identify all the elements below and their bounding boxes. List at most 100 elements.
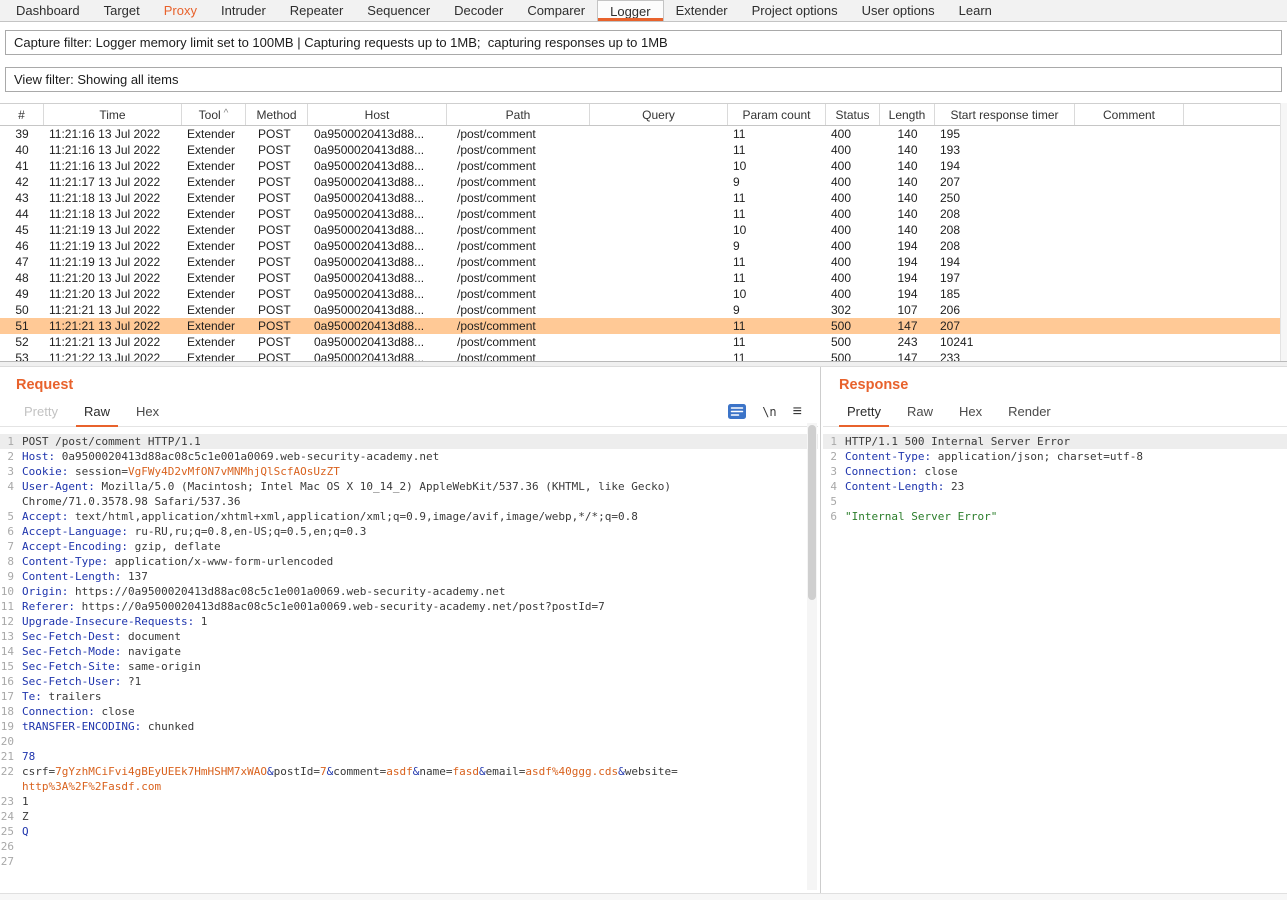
table-body: 3911:21:16 13 Jul 2022ExtenderPOST0a9500…	[0, 126, 1287, 361]
request-scrollbar[interactable]	[807, 423, 817, 890]
column-header-num[interactable]: #	[0, 104, 44, 125]
column-header-label: Time	[99, 108, 125, 122]
line-number: 3	[0, 464, 22, 479]
text-segment: chunked	[141, 720, 194, 733]
menu-tab-extender[interactable]: Extender	[664, 0, 740, 21]
menu-tab-sequencer[interactable]: Sequencer	[355, 0, 442, 21]
cell-length: 140	[880, 175, 935, 189]
view-filter-bar[interactable]: View filter: Showing all items	[5, 67, 1282, 92]
capture-filter-bar[interactable]: Capture filter: Logger memory limit set …	[5, 30, 1282, 55]
request-tab-pretty[interactable]: Pretty	[14, 397, 68, 426]
menu-tab-project-options[interactable]: Project options	[740, 0, 850, 21]
line-content: Sec-Fetch-Site: same-origin	[22, 659, 679, 674]
cell-num: 50	[0, 303, 44, 317]
menu-tab-target[interactable]: Target	[92, 0, 152, 21]
request-tab-raw[interactable]: Raw	[74, 397, 120, 426]
request-tab-hex[interactable]: Hex	[126, 397, 169, 426]
log-row-41[interactable]: 4111:21:16 13 Jul 2022ExtenderPOST0a9500…	[0, 158, 1287, 174]
text-segment: gzip, deflate	[128, 540, 221, 553]
request-scrollbar-thumb[interactable]	[808, 425, 816, 600]
log-row-43[interactable]: 4311:21:18 13 Jul 2022ExtenderPOST0a9500…	[0, 190, 1287, 206]
menu-tab-learn[interactable]: Learn	[947, 0, 1004, 21]
cell-path: /post/comment	[447, 159, 590, 173]
cell-num: 42	[0, 175, 44, 189]
bottom-horizontal-scrollbar[interactable]	[0, 893, 1287, 900]
log-row-47[interactable]: 4711:21:19 13 Jul 2022ExtenderPOST0a9500…	[0, 254, 1287, 270]
line-number: 17	[0, 689, 22, 704]
text-segment: Upgrade-Insecure-Requests:	[22, 615, 194, 628]
column-header-label: Method	[256, 108, 296, 122]
column-header-time[interactable]: Time	[44, 104, 182, 125]
menu-tab-proxy[interactable]: Proxy	[152, 0, 209, 21]
cell-tool: Extender	[182, 159, 246, 173]
line-content: Referer: https://0a9500020413d88ac08c5c1…	[22, 599, 679, 614]
cell-method: POST	[246, 319, 308, 333]
log-row-49[interactable]: 4911:21:20 13 Jul 2022ExtenderPOST0a9500…	[0, 286, 1287, 302]
menu-tab-repeater[interactable]: Repeater	[278, 0, 355, 21]
cell-length: 140	[880, 143, 935, 157]
line-number: 25	[0, 824, 22, 839]
table-vertical-scrollbar[interactable]	[1280, 103, 1287, 361]
menu-tab-comparer[interactable]: Comparer	[515, 0, 597, 21]
log-row-48[interactable]: 4811:21:20 13 Jul 2022ExtenderPOST0a9500…	[0, 270, 1287, 286]
log-row-44[interactable]: 4411:21:18 13 Jul 2022ExtenderPOST0a9500…	[0, 206, 1287, 222]
cell-status: 400	[826, 271, 880, 285]
request-line: 8Content-Type: application/x-www-form-ur…	[0, 554, 818, 569]
cell-num: 40	[0, 143, 44, 157]
response-editor[interactable]: 1HTTP/1.1 500 Internal Server Error2Cont…	[823, 427, 1287, 524]
wrap-lines-icon[interactable]	[728, 404, 746, 419]
request-line: 19tRANSFER-ENCODING: chunked	[0, 719, 818, 734]
response-tab-pretty[interactable]: Pretty	[837, 397, 891, 426]
line-number: 26	[0, 839, 22, 854]
response-tab-render[interactable]: Render	[998, 397, 1061, 426]
menu-tab-intruder[interactable]: Intruder	[209, 0, 278, 21]
log-row-46[interactable]: 4611:21:19 13 Jul 2022ExtenderPOST0a9500…	[0, 238, 1287, 254]
cell-param-count: 11	[728, 335, 826, 349]
text-segment: https://0a9500020413d88ac08c5c1e001a0069…	[68, 585, 505, 598]
log-row-53[interactable]: 5311:21:22 13 Jul 2022ExtenderPOST0a9500…	[0, 350, 1287, 361]
cell-time: 11:21:16 13 Jul 2022	[44, 143, 182, 157]
log-row-40[interactable]: 4011:21:16 13 Jul 2022ExtenderPOST0a9500…	[0, 142, 1287, 158]
cell-length: 194	[880, 271, 935, 285]
request-line: 22csrf=7gYzhMCiFvi4gBEyUEEk7HmHSHM7xWAO&…	[0, 764, 818, 794]
cell-start-response-timer: 208	[935, 207, 1075, 221]
text-segment: postId=	[274, 765, 320, 778]
capture-filter-text: Capture filter: Logger memory limit set …	[14, 35, 668, 50]
column-header-method[interactable]: Method	[246, 104, 308, 125]
log-row-51[interactable]: 5111:21:21 13 Jul 2022ExtenderPOST0a9500…	[0, 318, 1287, 334]
text-segment: &	[618, 765, 625, 778]
menu-tab-decoder[interactable]: Decoder	[442, 0, 515, 21]
column-header-status[interactable]: Status	[826, 104, 880, 125]
column-header-tool[interactable]: Tool^	[182, 104, 246, 125]
editor-menu-icon[interactable]: ≡	[793, 403, 802, 421]
menu-tab-dashboard[interactable]: Dashboard	[4, 0, 92, 21]
cell-method: POST	[246, 207, 308, 221]
column-header-comment[interactable]: Comment	[1075, 104, 1184, 125]
log-row-45[interactable]: 4511:21:19 13 Jul 2022ExtenderPOST0a9500…	[0, 222, 1287, 238]
log-row-42[interactable]: 4211:21:17 13 Jul 2022ExtenderPOST0a9500…	[0, 174, 1287, 190]
request-line: 10Origin: https://0a9500020413d88ac08c5c…	[0, 584, 818, 599]
log-row-52[interactable]: 5211:21:21 13 Jul 2022ExtenderPOST0a9500…	[0, 334, 1287, 350]
line-number: 5	[823, 494, 845, 509]
log-row-50[interactable]: 5011:21:21 13 Jul 2022ExtenderPOST0a9500…	[0, 302, 1287, 318]
cell-length: 243	[880, 335, 935, 349]
line-content: Upgrade-Insecure-Requests: 1	[22, 614, 679, 629]
text-segment: Accept-Encoding:	[22, 540, 128, 553]
column-header-start-response-timer[interactable]: Start response timer	[935, 104, 1075, 125]
menu-tab-user-options[interactable]: User options	[850, 0, 947, 21]
cell-host: 0a9500020413d88...	[308, 223, 447, 237]
show-newlines-icon[interactable]: \n	[762, 405, 776, 419]
column-header-param-count[interactable]: Param count	[728, 104, 826, 125]
log-row-39[interactable]: 3911:21:16 13 Jul 2022ExtenderPOST0a9500…	[0, 126, 1287, 142]
cell-status: 400	[826, 207, 880, 221]
column-header-path[interactable]: Path	[447, 104, 590, 125]
response-tab-raw[interactable]: Raw	[897, 397, 943, 426]
response-tabs: PrettyRawHexRender	[823, 397, 1287, 427]
column-header-label: Path	[506, 108, 531, 122]
column-header-length[interactable]: Length	[880, 104, 935, 125]
request-editor[interactable]: 1POST /post/comment HTTP/1.12Host: 0a950…	[0, 427, 818, 869]
response-tab-hex[interactable]: Hex	[949, 397, 992, 426]
column-header-host[interactable]: Host	[308, 104, 447, 125]
menu-tab-logger[interactable]: Logger	[597, 0, 663, 21]
column-header-query[interactable]: Query	[590, 104, 728, 125]
